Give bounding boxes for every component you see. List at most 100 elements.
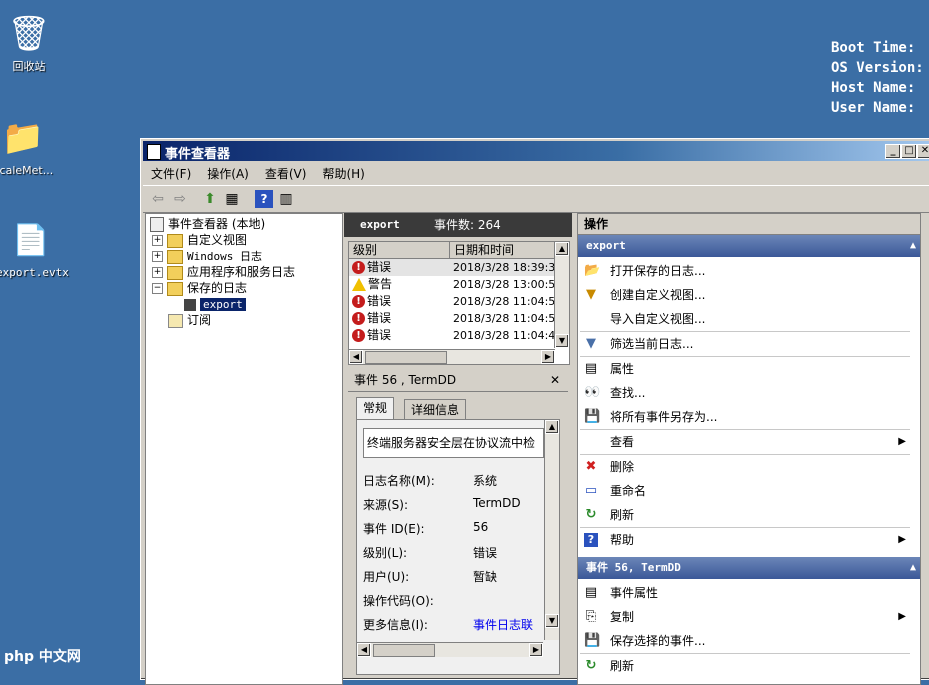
log-name-label: export: [360, 213, 400, 237]
desktop-icon-label: ocaleMet...: [0, 164, 58, 177]
event-list: 级别 日期和时间 !错误 2018/3/28 18:39:3 警告 2018/3…: [348, 241, 570, 365]
event-list-horizontal-scrollbar[interactable]: ◀ ▶: [349, 349, 555, 364]
tree-item-subscriptions[interactable]: 订阅: [168, 312, 211, 328]
refresh-icon: ↻: [584, 508, 598, 522]
show-hide-tree-icon[interactable]: ▦: [223, 190, 241, 208]
field-level: 级别(L):错误: [363, 544, 407, 562]
field-opcode: 操作代码(O):: [363, 592, 434, 610]
bginfo-user-name: User Name:: [831, 98, 924, 118]
scroll-thumb[interactable]: [373, 644, 435, 657]
action-import-custom-view[interactable]: 导入自定义视图...: [578, 307, 916, 331]
event-row[interactable]: !错误 2018/3/28 11:04:5: [349, 310, 557, 327]
expand-icon[interactable]: +: [152, 235, 163, 246]
column-header-datetime[interactable]: 日期和时间: [450, 242, 557, 259]
menu-help[interactable]: 帮助(H): [314, 163, 372, 184]
scroll-left-arrow-icon[interactable]: ◀: [357, 643, 371, 657]
expand-icon[interactable]: +: [152, 267, 163, 278]
detail-vertical-scrollbar[interactable]: ▲ ▼: [544, 420, 559, 640]
bginfo-overlay: Boot Time: OS Version: Host Name: User N…: [831, 38, 924, 118]
action-view[interactable]: 查看▶: [578, 430, 916, 454]
tree-root[interactable]: 事件查看器 (本地): [150, 216, 265, 232]
rename-icon: ▭: [584, 484, 598, 498]
tab-general[interactable]: 常规: [356, 397, 394, 420]
tree-item-export[interactable]: export: [184, 296, 246, 312]
warning-icon: [352, 278, 366, 291]
tree-item-app-service-logs[interactable]: +应用程序和服务日志: [152, 264, 295, 280]
collapse-caret-icon[interactable]: ▲: [910, 235, 916, 257]
maximize-button[interactable]: □: [901, 144, 917, 159]
save-disk-icon: 💾: [584, 634, 598, 648]
action-filter-current-log[interactable]: ▼筛选当前日志...: [578, 332, 916, 356]
detail-horizontal-scrollbar[interactable]: ◀ ▶: [357, 642, 543, 657]
action-delete[interactable]: ✖删除: [578, 455, 916, 479]
actions-section-event[interactable]: 事件 56, TermDD▲: [578, 557, 921, 579]
folder-desktop-icon[interactable]: 📁 ocaleMet...: [0, 116, 58, 177]
folder-icon: [167, 250, 183, 264]
action-refresh-event[interactable]: ↻刷新: [578, 654, 916, 678]
tree-item-saved-logs[interactable]: −保存的日志: [152, 280, 247, 296]
event-viewer-icon: [150, 217, 164, 232]
evtx-file-desktop-icon[interactable]: 📄 export.evtx: [0, 220, 66, 279]
action-create-custom-view[interactable]: ▼创建自定义视图...: [578, 283, 916, 307]
event-row[interactable]: 警告 2018/3/28 13:00:5: [349, 276, 557, 293]
scroll-right-arrow-icon[interactable]: ▶: [541, 350, 555, 364]
copy-icon: ⎘: [584, 610, 598, 624]
scroll-left-arrow-icon[interactable]: ◀: [349, 350, 363, 364]
title-bar[interactable]: 事件查看器 _ □ ✕: [143, 141, 929, 161]
scroll-up-arrow-icon[interactable]: ▲: [545, 420, 559, 434]
tree-item-windows-logs[interactable]: +Windows 日志: [152, 248, 262, 264]
action-save-selected-events[interactable]: 💾保存选择的事件...: [578, 629, 916, 653]
action-open-saved-log[interactable]: 📂打开保存的日志...: [578, 259, 916, 283]
menu-action[interactable]: 操作(A): [199, 163, 257, 184]
actions-section-export[interactable]: export▲: [578, 235, 921, 257]
scroll-up-arrow-icon[interactable]: ▲: [555, 242, 569, 256]
event-list-vertical-scrollbar[interactable]: ▲ ▼: [554, 242, 569, 348]
menu-view[interactable]: 查看(V): [257, 163, 315, 184]
open-folder-icon: 📂: [584, 264, 598, 278]
submenu-arrow-icon: ▶: [898, 605, 906, 629]
event-log-online-help-link[interactable]: 事件日志联: [473, 616, 533, 633]
collapse-icon[interactable]: −: [152, 283, 163, 294]
action-rename[interactable]: ▭重命名: [578, 479, 916, 503]
expand-icon[interactable]: +: [152, 251, 163, 262]
scroll-thumb[interactable]: [365, 351, 447, 364]
action-refresh[interactable]: ↻刷新: [578, 503, 916, 527]
blank-icon: [584, 312, 598, 326]
field-more-info: 更多信息(I):事件日志联: [363, 616, 428, 634]
subscriptions-icon: [168, 314, 183, 328]
scroll-right-arrow-icon[interactable]: ▶: [529, 643, 543, 657]
forward-arrow-icon[interactable]: ⇨: [171, 190, 189, 208]
action-save-all-events-as[interactable]: 💾将所有事件另存为...: [578, 405, 916, 429]
up-folder-icon[interactable]: ⬆: [201, 190, 219, 208]
action-find[interactable]: 👀查找...: [578, 381, 916, 405]
find-binoculars-icon: 👀: [584, 386, 598, 400]
column-header-level[interactable]: 级别: [349, 242, 450, 259]
menu-bar: 文件(F)操作(A)查看(V)帮助(H): [143, 163, 929, 183]
close-button[interactable]: ✕: [917, 144, 929, 159]
action-properties[interactable]: ▤属性: [578, 357, 916, 381]
toolbar: ⇦ ⇨ ⬆ ▦ ? ▥: [143, 185, 929, 213]
tab-details[interactable]: 详细信息: [404, 399, 466, 420]
tree-item-custom-views[interactable]: +自定义视图: [152, 232, 247, 248]
close-icon[interactable]: ✕: [550, 369, 560, 391]
menu-file[interactable]: 文件(F): [143, 163, 199, 184]
action-copy[interactable]: ⎘复制▶: [578, 605, 916, 629]
event-count-label: 事件数: 264: [434, 213, 501, 237]
action-event-properties[interactable]: ▤事件属性: [578, 581, 916, 605]
minimize-button[interactable]: _: [885, 144, 901, 159]
event-row[interactable]: !错误 2018/3/28 11:04:5: [349, 293, 557, 310]
help-icon[interactable]: ?: [255, 190, 273, 208]
scroll-down-arrow-icon[interactable]: ▼: [555, 334, 569, 348]
recycle-bin-icon: 🗑: [0, 14, 64, 54]
event-row[interactable]: !错误 2018/3/28 11:04:4: [349, 327, 557, 344]
window-title: 事件查看器: [165, 143, 230, 162]
recycle-bin-desktop-icon[interactable]: 🗑 回收站: [0, 14, 64, 74]
scroll-down-arrow-icon[interactable]: ▼: [545, 614, 559, 628]
show-hide-action-pane-icon[interactable]: ▥: [277, 190, 295, 208]
back-arrow-icon[interactable]: ⇦: [149, 190, 167, 208]
collapse-caret-icon[interactable]: ▲: [910, 557, 916, 579]
event-row[interactable]: !错误 2018/3/28 18:39:3: [349, 259, 557, 276]
event-viewer-window: 事件查看器 _ □ ✕ 文件(F)操作(A)查看(V)帮助(H) ⇦ ⇨ ⬆ ▦…: [140, 138, 929, 680]
event-description[interactable]: 终端服务器安全层在协议流中检: [363, 428, 544, 458]
action-help[interactable]: ?帮助▶: [578, 528, 916, 552]
